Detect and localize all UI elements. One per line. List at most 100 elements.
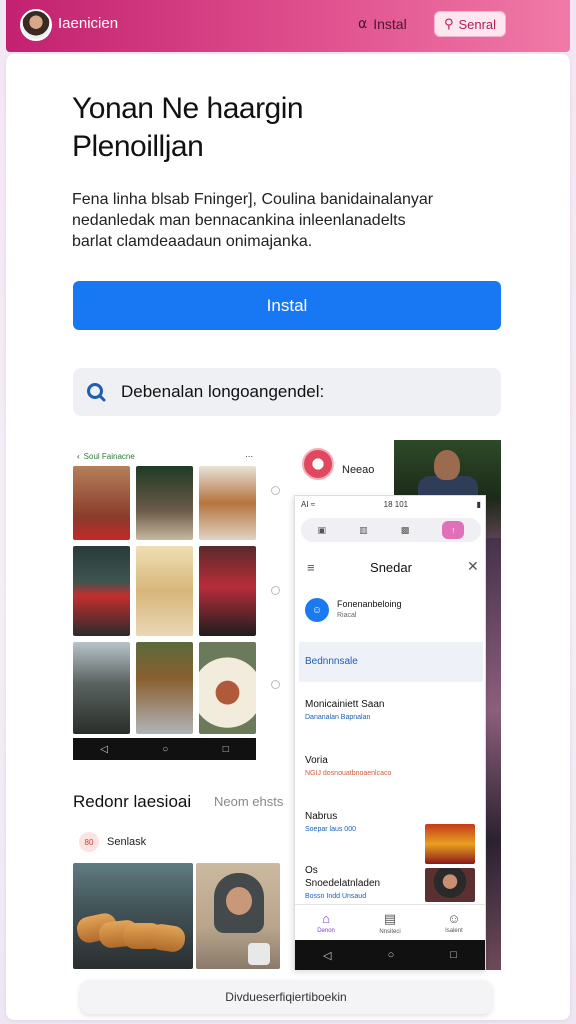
carousel-dot[interactable] [271,586,280,595]
account-icon: ☺ [305,598,329,622]
account-title: Fonenanbeloing [337,599,402,609]
list-item-subtitle: Bossn Indd Unsaud [305,893,367,900]
account-row[interactable]: ☺ Fonenanbeloing Riacal [305,598,402,622]
list-item-title: Nabrus [305,811,338,822]
system-nav-bar: ◁ ○ □ [73,738,256,760]
back-icon[interactable]: ‹ [77,452,80,461]
bottom-action-pill[interactable]: Divdueserfiqiertiboekin [80,980,492,1014]
tab-share-icon[interactable]: ↑ [442,521,465,539]
nav-home[interactable]: ⌂ Denon [317,911,335,934]
avatar[interactable] [20,9,52,41]
home-nav-icon[interactable]: ○ [388,949,395,961]
list-item-subtitle: Dananalan Bapnalan [305,714,371,721]
account-text: Fonenanbeloing Riacal [337,599,402,621]
list-thumbnail[interactable] [425,824,475,864]
profile-brand: Neeao [342,464,375,476]
photo-tile[interactable] [73,466,130,540]
search-icon [87,383,106,402]
account-subtitle: Riacal [337,612,357,619]
search-bar[interactable]: Debenalan longoangendel: [73,368,501,416]
section-row-label: Senlask [107,836,147,848]
page-title: Yonan Ne haargin Plenoilljan [72,90,304,166]
page-title-line: Plenoilljan [72,130,204,163]
list-item[interactable]: Monicainiett Saan Dananalan Bapnalan [305,698,385,724]
list-item[interactable]: Os Snoedelatnladen Bossn Indd Unsaud [305,864,380,903]
list-item[interactable]: Voria NGIJ dosnouatbnoaenlcaco [305,754,391,780]
tab-count-icon[interactable]: ▥ [359,525,368,536]
nav-profile[interactable]: ☺ Isalent [445,911,463,934]
more-icon[interactable]: ⋯ [245,452,253,461]
panel-title: Snedar [370,560,412,575]
portrait-photo[interactable] [196,863,280,969]
list-item-title: Snoedelatnladen [305,878,381,889]
list-item-title: Monicainiett Saan [305,699,385,710]
bell-icon: ⍺ [358,15,368,31]
photo-tile[interactable] [136,466,193,540]
system-nav-bar: ◁ ○ □ [295,940,485,970]
status-bar: AI ≈ 18 101 ▮ [301,500,481,509]
section-header[interactable]: Bednnnsale [299,642,483,682]
photo-tile[interactable] [136,546,193,636]
carousel-dot[interactable] [271,486,280,495]
app-tabs: ▣ ▥ ▩ ↑ [301,518,481,542]
recents-nav-icon[interactable]: □ [450,949,457,961]
app-screenshot-search: Neeao AI ≈ 18 101 ▮ ▣ ▥ ▩ ↑ ≡ Snedar ✕ ☺… [294,440,501,970]
photo-tile[interactable] [199,546,256,636]
nav-news-label: Nnsiteci [379,928,401,935]
photo-tile[interactable] [136,642,193,734]
list-item-title: Voria [305,755,328,766]
nav-news[interactable]: ▤ Nnsiteci [379,911,400,935]
food-photo[interactable] [73,863,193,969]
brand-name: Iaenicien [58,15,119,32]
list-item-title: Os [305,865,318,876]
close-icon[interactable]: ✕ [467,558,479,575]
list-item-subtitle: NGIJ dosnouatbnoaenlcaco [305,770,392,777]
description-line: Fena linha blsab Fninger], Coulina banid… [72,191,434,208]
news-icon: ▤ [383,910,397,926]
section-row[interactable]: 80 Senlask [79,832,146,852]
count-badge: 80 [79,832,99,852]
install-button[interactable]: Instal [73,281,501,330]
portrait-cup [248,943,270,965]
app-logo-icon [302,448,334,480]
home-icon: ⌂ [322,911,330,926]
profile-icon: ☺ [447,911,461,926]
home-nav-icon[interactable]: ○ [162,744,168,755]
app-bottom-nav: ⌂ Denon ▤ Nnsiteci ☺ Isalent [295,904,485,940]
person-head [434,450,460,480]
gallery-header-label: Soul Fainacne [83,451,135,461]
description-line: nedanledak man bennacankina inleenlanade… [72,212,406,229]
app-screenshot-gallery: ‹ Soul Fainacne ⋯ ◁ ○ □ [73,442,256,760]
photo-tile[interactable] [199,466,256,540]
back-nav-icon[interactable]: ◁ [323,949,331,962]
battery-icon: ▮ [476,500,481,509]
gallery-header: ‹ Soul Fainacne ⋯ [77,448,253,464]
install-link-label: Instal [373,15,407,32]
photo-tile[interactable] [73,546,130,636]
search-bar-text: Debenalan longoangendel: [121,382,325,401]
tab-media-icon[interactable]: ▣ [318,525,327,536]
back-nav-icon[interactable]: ◁ [100,744,108,755]
nav-profile-label: Isalent [445,928,463,934]
photo-tile[interactable] [199,642,256,734]
list-item-subtitle: Soepar laus 000 [305,826,356,833]
search-button-label: Senral [458,16,497,32]
search-panel: AI ≈ 18 101 ▮ ▣ ▥ ▩ ↑ ≡ Snedar ✕ ☺ Fonen… [294,495,486,970]
install-link[interactable]: ⍺ Instal [358,15,407,32]
page-title-line: Yonan Ne haargin [72,92,304,125]
list-thumbnail[interactable] [425,868,475,902]
portrait-face [226,887,252,915]
list-item[interactable]: Nabrus Soepar laus 000 [305,810,356,836]
status-time: 18 101 [383,500,409,509]
page-description: Fena linha blsab Fninger], Coulina banid… [72,189,492,252]
search-button[interactable]: ⚲ Senral [434,11,506,37]
section-link[interactable]: Neom ehsts [214,794,283,809]
background-photo-strip [484,538,501,970]
photo-tile[interactable] [73,642,130,734]
recents-nav-icon[interactable]: □ [223,744,229,755]
nav-home-label: Denon [317,928,335,934]
signal-text: AI ≈ [301,500,316,509]
tab-chat-icon[interactable]: ▩ [401,525,410,536]
carousel-dot[interactable] [271,680,280,689]
top-bar: Iaenicien ⍺ Instal ⚲ Senral [6,0,570,52]
